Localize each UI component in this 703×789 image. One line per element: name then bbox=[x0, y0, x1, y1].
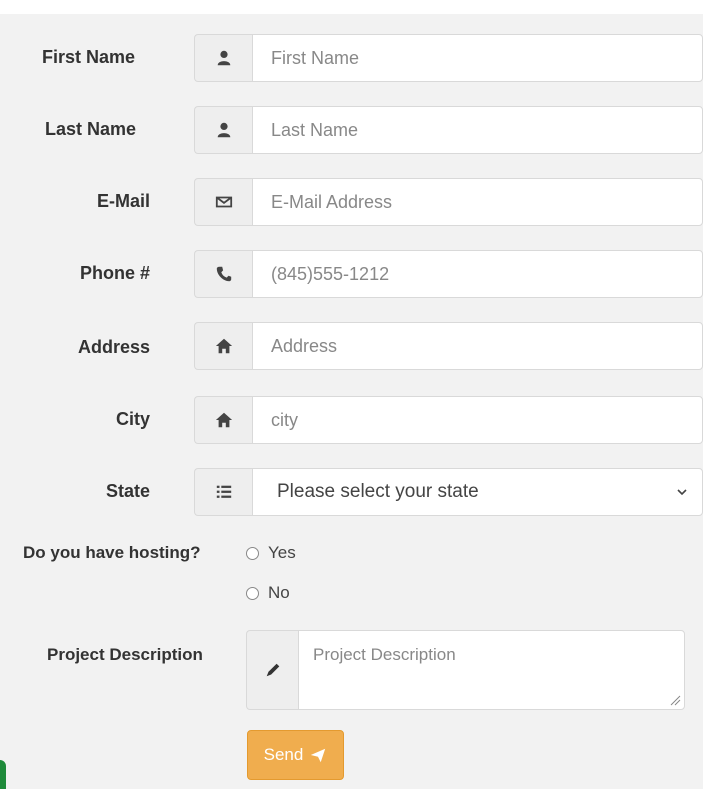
first-name-addon bbox=[194, 34, 252, 82]
hosting-yes-radio[interactable] bbox=[246, 546, 259, 560]
list-icon bbox=[216, 485, 231, 498]
phone-input[interactable] bbox=[252, 250, 703, 298]
phone-icon bbox=[216, 266, 231, 282]
project-description-addon bbox=[246, 630, 298, 710]
first-name-input[interactable] bbox=[252, 34, 703, 82]
hosting-no-label: No bbox=[268, 583, 290, 602]
hosting-no-radio[interactable] bbox=[246, 586, 259, 600]
email-label: E-Mail bbox=[96, 191, 150, 211]
hosting-yes-option[interactable]: Yes bbox=[246, 543, 296, 563]
address-label: Address bbox=[77, 337, 150, 357]
project-description-label: Project Description bbox=[47, 645, 203, 664]
hosting-no-option[interactable]: No bbox=[246, 583, 290, 603]
send-button-label: Send bbox=[263, 745, 304, 764]
last-name-input[interactable] bbox=[252, 106, 703, 154]
hosting-yes-label: Yes bbox=[268, 543, 296, 562]
address-input[interactable] bbox=[252, 322, 703, 370]
email-input[interactable] bbox=[252, 178, 703, 226]
phone-addon bbox=[194, 250, 252, 298]
first-name-label: First Name bbox=[42, 47, 136, 67]
pencil-icon bbox=[266, 663, 279, 677]
state-select[interactable]: Please select your state bbox=[252, 468, 703, 516]
send-button[interactable]: Send bbox=[247, 730, 344, 780]
project-description-input[interactable] bbox=[298, 630, 685, 710]
envelope-icon bbox=[215, 196, 232, 208]
resize-grip-icon[interactable] bbox=[669, 694, 681, 706]
state-selected-value: Please select your state bbox=[277, 481, 479, 502]
panel-top-strip bbox=[0, 0, 703, 14]
home-icon bbox=[215, 338, 232, 354]
user-icon bbox=[217, 122, 230, 138]
last-name-label: Last Name bbox=[45, 119, 137, 139]
home-icon bbox=[215, 412, 232, 428]
phone-label: Phone # bbox=[79, 263, 150, 283]
corner-badge-edge bbox=[0, 760, 6, 789]
email-addon bbox=[194, 178, 252, 226]
state-addon bbox=[194, 468, 252, 516]
city-input[interactable] bbox=[252, 396, 703, 444]
chevron-down-icon bbox=[677, 489, 687, 496]
city-label: City bbox=[115, 409, 150, 429]
city-addon bbox=[194, 396, 252, 444]
address-addon bbox=[194, 322, 252, 370]
hosting-label: Do you have hosting? bbox=[23, 543, 201, 562]
user-icon bbox=[217, 50, 230, 66]
last-name-addon bbox=[194, 106, 252, 154]
paper-plane-icon bbox=[311, 748, 326, 763]
state-label: State bbox=[105, 481, 150, 501]
